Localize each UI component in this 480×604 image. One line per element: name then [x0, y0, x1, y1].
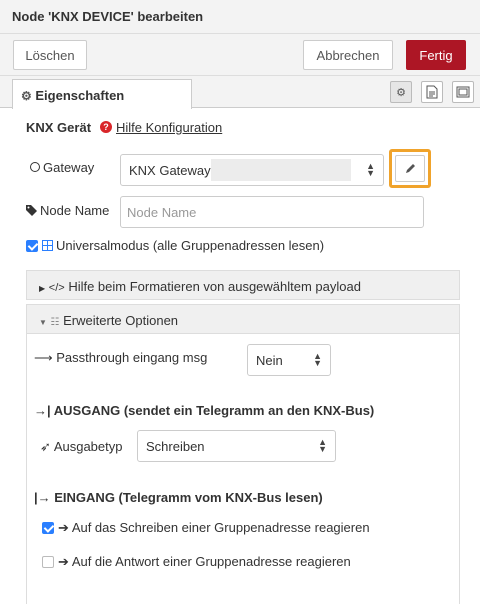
react-response-row: ➔ Auf die Antwort einer Gruppenadresse r…	[42, 554, 351, 570]
done-button[interactable]: Fertig	[406, 40, 466, 70]
passthrough-row: ⟶ Passthrough eingang msg	[34, 350, 207, 366]
list-icon: ☷	[50, 317, 60, 328]
react-write-label: Auf das Schreiben einer Gruppenadresse r…	[71, 520, 370, 535]
dialog-toolbar: Löschen Abbrechen Fertig	[0, 34, 480, 76]
tab-properties[interactable]: ⚙ Eigenschaften	[12, 79, 192, 109]
advanced-border-right	[459, 334, 460, 604]
sign-in-icon: ➔	[58, 520, 69, 535]
description-icon[interactable]	[421, 81, 443, 103]
advanced-options-label: Erweiterte Optionen	[63, 313, 179, 328]
passthrough-select-value: Nein	[256, 353, 283, 368]
input-arrow-icon: |→	[34, 490, 51, 505]
select-arrows-icon: ▲ ▼	[318, 437, 327, 454]
cancel-button[interactable]: Abbrechen	[303, 40, 393, 70]
send-icon: ➶	[40, 439, 51, 454]
help-icon: ?	[100, 121, 112, 133]
tab-bar: ⚙ Eigenschaften ⚙	[0, 76, 480, 109]
caret-down-icon: ▼	[39, 318, 47, 327]
output-arrow-icon: →|	[34, 403, 51, 418]
input-heading-row: |→ EINGANG (Telegramm vom KNX-Bus lesen)	[34, 490, 323, 505]
pencil-icon	[405, 164, 415, 173]
tag-icon	[26, 204, 37, 219]
sign-in-icon: ➔	[58, 554, 69, 569]
code-icon: </>	[48, 282, 65, 294]
edit-highlight	[389, 149, 431, 188]
circle-icon	[30, 162, 40, 172]
appearance-icon[interactable]	[452, 81, 474, 103]
arrow-right-icon: ⟶	[34, 350, 53, 365]
universal-mode-checkbox[interactable]	[26, 240, 38, 252]
output-type-select-value: Schreiben	[146, 439, 205, 454]
universal-mode-row: Universalmodus (alle Gruppenadressen les…	[26, 238, 324, 253]
output-heading-row: →| AUSGANG (sendet ein Telegramm an den …	[34, 403, 374, 418]
gear-icon: ⚙	[21, 89, 32, 103]
properties-panel: KNX Gerät ? Hilfe Konfiguration Gateway …	[0, 108, 480, 604]
help-config-link[interactable]: Hilfe Konfiguration	[116, 120, 222, 135]
select-arrows-icon: ▲ ▼	[366, 161, 375, 178]
react-write-checkbox[interactable]	[42, 522, 54, 534]
gateway-select[interactable]: KNX Gateway ▲ ▼	[120, 154, 384, 186]
passthrough-select[interactable]: Nein ▲ ▼	[247, 344, 331, 376]
tab-properties-label: Eigenschaften	[35, 88, 125, 103]
settings-gear-icon[interactable]: ⚙	[390, 81, 412, 103]
input-heading: EINGANG (Telegramm vom KNX-Bus lesen)	[54, 490, 323, 505]
gateway-select-value: KNX Gateway	[129, 163, 211, 178]
react-response-label: Auf die Antwort einer Gruppenadresse rea…	[71, 554, 351, 569]
node-name-input[interactable]: Node Name	[120, 196, 424, 228]
dialog-title: Node 'KNX DEVICE' bearbeiten	[0, 0, 480, 34]
advanced-border-left	[26, 334, 27, 604]
select-arrows-icon: ▲ ▼	[313, 351, 322, 368]
advanced-options-toggle[interactable]: ▼ ☷ Erweiterte Optionen	[26, 304, 460, 334]
gateway-label: Gateway	[43, 160, 95, 175]
output-type-label: Ausgabetyp	[53, 439, 123, 454]
node-name-label: Node Name	[40, 203, 110, 218]
output-type-select[interactable]: Schreiben ▲ ▼	[137, 430, 336, 462]
output-type-row: ➶ Ausgabetyp	[40, 439, 122, 455]
edit-gateway-button[interactable]	[395, 155, 425, 182]
grid-icon	[42, 240, 53, 251]
delete-button[interactable]: Löschen	[13, 40, 87, 70]
knx-device-label: KNX Gerät	[26, 120, 92, 135]
react-response-checkbox[interactable]	[42, 556, 54, 568]
react-write-row: ➔ Auf das Schreiben einer Gruppenadresse…	[42, 520, 370, 536]
passthrough-label: Passthrough eingang msg	[56, 350, 208, 365]
format-help-toggle[interactable]: ▶ </> Hilfe beim Formatieren von ausgewä…	[26, 270, 460, 300]
universal-mode-label: Universalmodus (alle Gruppenadressen les…	[56, 238, 325, 253]
format-help-label: Hilfe beim Formatieren von ausgewähltem …	[68, 279, 361, 294]
output-heading: AUSGANG (sendet ein Telegramm an den KNX…	[53, 403, 375, 418]
redacted-area	[211, 159, 351, 181]
node-name-placeholder: Node Name	[127, 205, 197, 220]
caret-right-icon: ▶	[39, 284, 46, 293]
